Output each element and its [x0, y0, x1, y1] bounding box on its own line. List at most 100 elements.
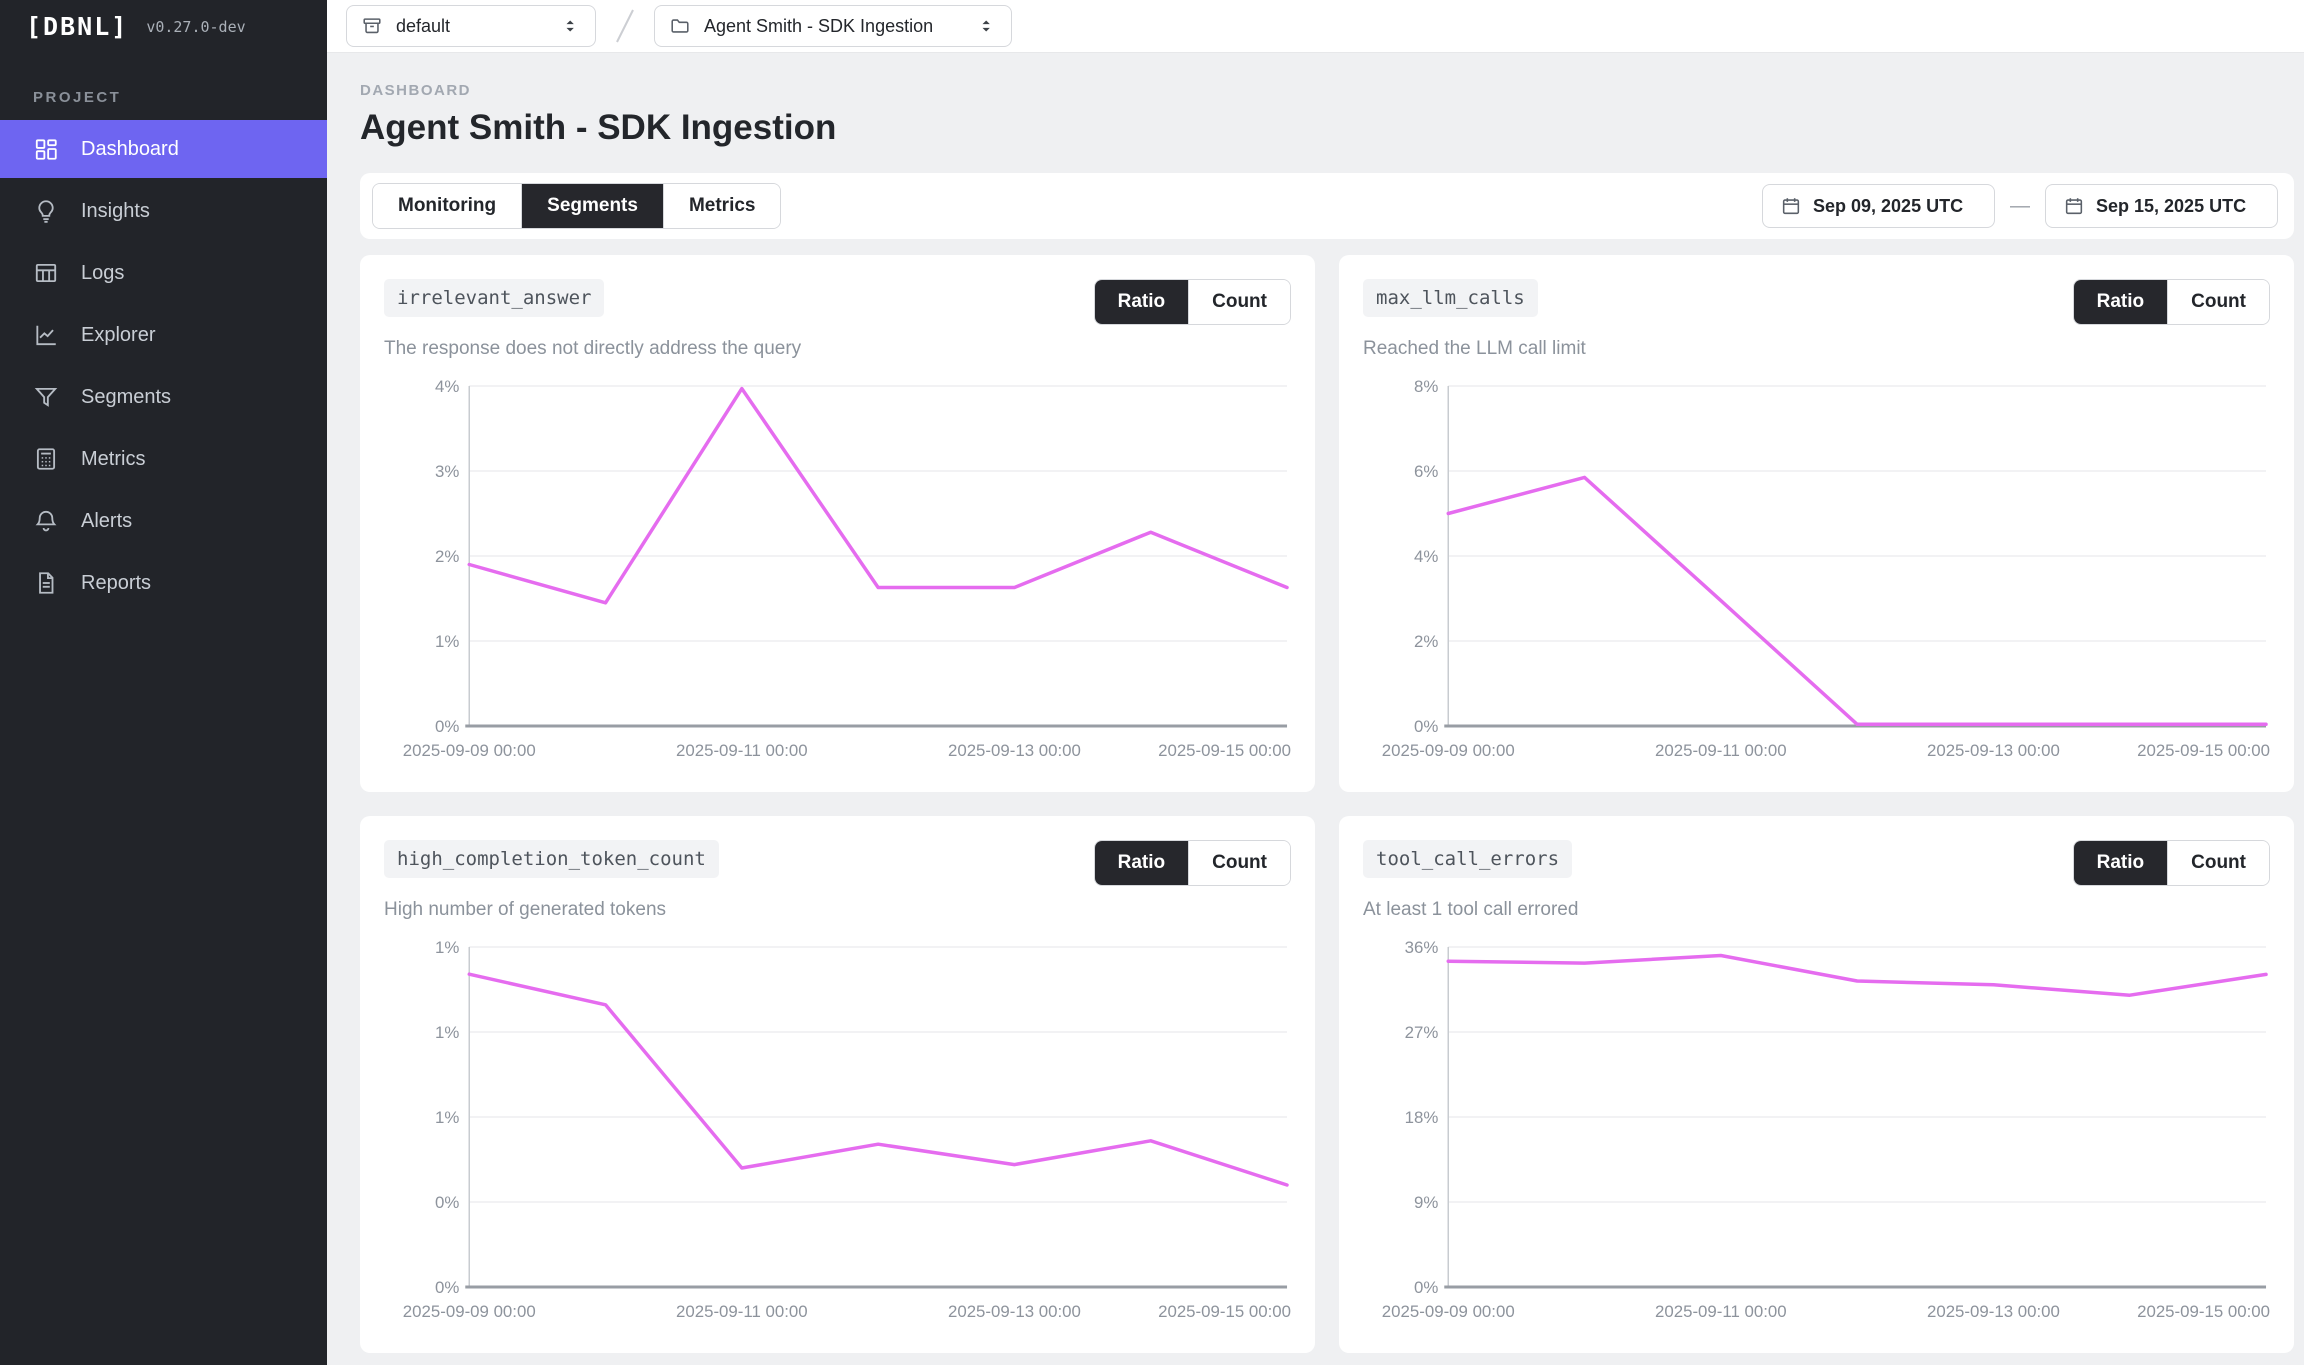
x-tick-label: 2025-09-15 00:00 — [1158, 1302, 1291, 1321]
org-selector-value: default — [396, 16, 450, 37]
sidebar-item-segments[interactable]: Segments — [0, 368, 327, 426]
sidebar-item-insights[interactable]: Insights — [0, 182, 327, 240]
x-tick-label: 2025-09-09 00:00 — [1382, 741, 1515, 760]
line-chart: 0% 1% 2% 3% 4% 2025-09-09 00:00 2025-09-11 00:… — [384, 374, 1291, 766]
segment-name-chip: irrelevant_answer — [384, 279, 604, 317]
org-selector[interactable]: default — [346, 5, 596, 47]
content-column: default Agent Smith - SDK Ingestion — [327, 0, 2304, 1365]
sidebar-item-dashboard[interactable]: Dashboard — [0, 120, 327, 178]
y-tick-label: 1% — [435, 632, 459, 651]
x-tick-label: 2025-09-11 00:00 — [1655, 741, 1787, 760]
x-tick-label: 2025-09-11 00:00 — [676, 1302, 808, 1321]
ratio-count-toggle: Ratio Count — [2073, 279, 2270, 325]
sidebar-section-label: PROJECT — [0, 89, 327, 106]
start-date-button[interactable]: Sep 09, 2025 UTC — [1762, 184, 1995, 228]
date-range-dash: — — [2010, 195, 2030, 218]
main-content: DASHBOARD Agent Smith - SDK Ingestion Mo… — [327, 53, 2304, 1365]
sidebar-item-label: Logs — [81, 262, 124, 285]
sidebar-item-metrics[interactable]: Metrics — [0, 430, 327, 488]
logo-row: [DBNL] v0.27.0-dev — [0, 0, 327, 53]
x-tick-label: 2025-09-09 00:00 — [403, 1302, 536, 1321]
sidebar-item-logs[interactable]: Logs — [0, 244, 327, 302]
dashboard-toolbar: Monitoring Segments Metrics — [360, 173, 2294, 239]
ratio-count-toggle: Ratio Count — [1094, 279, 1291, 325]
x-tick-label: 2025-09-15 00:00 — [2137, 1302, 2270, 1321]
x-tick-label: 2025-09-13 00:00 — [948, 741, 1081, 760]
ratio-toggle-button[interactable]: Ratio — [1095, 841, 1189, 885]
ratio-toggle-button[interactable]: Ratio — [2074, 841, 2168, 885]
sidebar-item-reports[interactable]: Reports — [0, 554, 327, 612]
segment-card-high-completion-token-count: high_completion_token_count Ratio Count … — [360, 816, 1315, 1353]
calculator-icon — [33, 446, 59, 472]
ratio-toggle-button[interactable]: Ratio — [1095, 280, 1189, 324]
sidebar-item-label: Reports — [81, 572, 151, 595]
x-tick-label: 2025-09-09 00:00 — [403, 741, 536, 760]
y-tick-label: 0% — [435, 1278, 459, 1297]
ratio-toggle-button[interactable]: Ratio — [2074, 280, 2168, 324]
segment-name-chip: tool_call_errors — [1363, 840, 1572, 878]
x-tick-label: 2025-09-11 00:00 — [1655, 1302, 1787, 1321]
page-title: Agent Smith - SDK Ingestion — [360, 108, 2294, 148]
line-chart: 0%9%18%27%36%2025-09-09 00:002025-09-11 … — [1363, 935, 2270, 1327]
line-chart-svg: 0% 1% 2% 3% 4% 2025-09-09 00:00 2025-09-11 00:… — [384, 374, 1291, 766]
chevron-sort-icon — [977, 15, 997, 37]
trend-line — [469, 389, 1287, 603]
tab-monitoring[interactable]: Monitoring — [373, 184, 521, 228]
y-tick-label: 2% — [435, 547, 459, 566]
sidebar-item-label: Insights — [81, 200, 150, 223]
count-toggle-button[interactable]: Count — [1188, 280, 1290, 324]
x-tick-label: 2025-09-13 00:00 — [1927, 741, 2060, 760]
y-tick-label: 27% — [1405, 1023, 1439, 1042]
x-tick-label: 2025-09-13 00:00 — [1927, 1302, 2060, 1321]
trend-line — [1448, 956, 2266, 996]
line-chart: 0%0%1%1%1%2025-09-09 00:002025-09-11 00:… — [384, 935, 1291, 1327]
segment-description: High number of generated tokens — [384, 899, 1291, 921]
end-date-value: Sep 15, 2025 UTC — [2096, 196, 2246, 217]
y-tick-label: 3% — [435, 462, 459, 481]
y-tick-label: 1% — [435, 1108, 459, 1127]
end-date-button[interactable]: Sep 15, 2025 UTC — [2045, 184, 2278, 228]
trend-line — [1448, 477, 2266, 724]
sidebar-item-alerts[interactable]: Alerts — [0, 492, 327, 550]
sidebar-item-explorer[interactable]: Explorer — [0, 306, 327, 364]
sidebar-item-label: Metrics — [81, 448, 145, 471]
segment-card-max-llm-calls: max_llm_calls Ratio Count Reached the LL… — [1339, 255, 2294, 792]
y-tick-label: 36% — [1405, 938, 1439, 957]
x-tick-label: 2025-09-15 00:00 — [1158, 741, 1291, 760]
project-selector[interactable]: Agent Smith - SDK Ingestion — [654, 5, 1012, 47]
date-range-picker: Sep 09, 2025 UTC — Sep 15, 2025 — [1762, 184, 2282, 228]
tab-metrics[interactable]: Metrics — [663, 184, 781, 228]
tab-segments[interactable]: Segments — [521, 184, 663, 228]
document-icon — [33, 570, 59, 596]
sidebar-item-label: Dashboard — [81, 138, 179, 161]
topbar: default Agent Smith - SDK Ingestion — [327, 0, 2304, 53]
archive-box-icon — [361, 15, 383, 37]
y-tick-label: 9% — [1414, 1193, 1438, 1212]
sidebar-nav: Dashboard Insights — [0, 120, 327, 616]
y-tick-label: 0% — [1414, 1278, 1438, 1297]
segment-name-chip: max_llm_calls — [1363, 279, 1538, 317]
count-toggle-button[interactable]: Count — [1188, 841, 1290, 885]
sidebar-item-label: Segments — [81, 386, 171, 409]
line-chart-svg: 0%0%1%1%1%2025-09-09 00:002025-09-11 00:… — [384, 935, 1291, 1327]
sidebar: [DBNL] v0.27.0-dev PROJECT Dashboard — [0, 0, 327, 1365]
breadcrumb: DASHBOARD — [360, 82, 2294, 99]
x-tick-label: 2025-09-15 00:00 — [2137, 741, 2270, 760]
y-tick-label: 0% — [435, 717, 459, 736]
y-tick-label: 4% — [435, 377, 459, 396]
calendar-icon — [2063, 195, 2085, 217]
dashboard-tabs: Monitoring Segments Metrics — [372, 183, 781, 229]
y-tick-label: 6% — [1414, 462, 1438, 481]
folder-icon — [669, 15, 691, 37]
x-tick-label: 2025-09-11 00:00 — [676, 741, 808, 760]
y-tick-label: 0% — [435, 1193, 459, 1212]
count-toggle-button[interactable]: Count — [2167, 280, 2269, 324]
project-selector-value: Agent Smith - SDK Ingestion — [704, 16, 933, 37]
count-toggle-button[interactable]: Count — [2167, 841, 2269, 885]
dbnl-logo: [DBNL] — [26, 12, 128, 41]
app-root: [DBNL] v0.27.0-dev PROJECT Dashboard — [0, 0, 2304, 1365]
segment-cards-grid: irrelevant_answer Ratio Count The respon… — [360, 255, 2294, 1353]
segment-description: Reached the LLM call limit — [1363, 338, 2270, 360]
line-chart-svg: 0%9%18%27%36%2025-09-09 00:002025-09-11 … — [1363, 935, 2270, 1327]
y-tick-label: 1% — [435, 1023, 459, 1042]
